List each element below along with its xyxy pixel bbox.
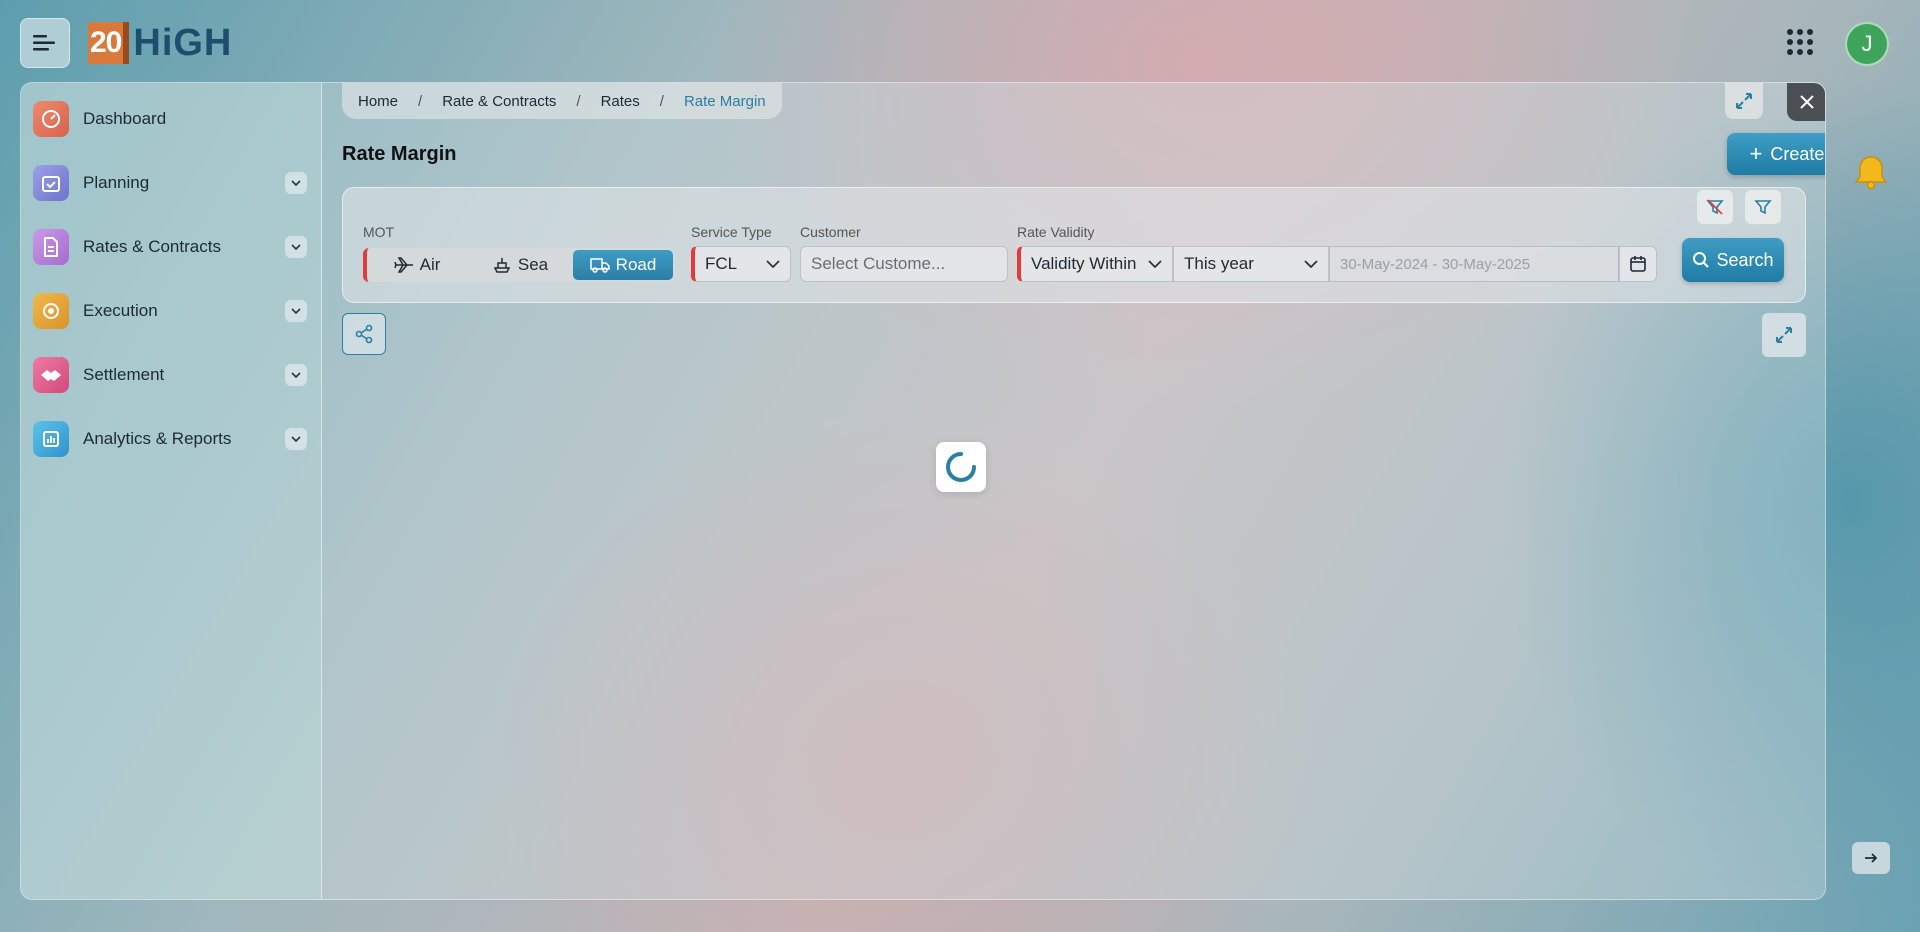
handshake-icon: [33, 357, 69, 393]
customer-label: Customer: [800, 224, 861, 240]
main-panel: Dashboard Planning Rates & Contracts Exe…: [20, 82, 1826, 900]
calendar-icon: [1630, 256, 1646, 272]
breadcrumb-home[interactable]: Home: [358, 93, 398, 110]
share-icon: [355, 324, 373, 344]
sidebar-item-planning[interactable]: Planning: [33, 159, 313, 207]
service-type-value: FCL: [705, 254, 738, 273]
chevron-down-icon[interactable]: [285, 428, 307, 450]
breadcrumb-rate-contracts[interactable]: Rate & Contracts: [442, 93, 556, 110]
breadcrumb-rates[interactable]: Rates: [601, 93, 640, 110]
sidebar-item-dashboard[interactable]: Dashboard: [33, 95, 313, 143]
expand-icon: [1736, 93, 1752, 109]
sidebar-item-label: Settlement: [83, 365, 165, 384]
airplane-icon: [393, 257, 413, 273]
search-icon: [1693, 252, 1710, 268]
content-area: Home / Rate & Contracts / Rates / Rate M…: [322, 83, 1825, 899]
breadcrumb: Home / Rate & Contracts / Rates / Rate M…: [342, 83, 782, 119]
loading-spinner: [936, 442, 986, 492]
filter-icon: [1754, 200, 1772, 215]
sidebar-item-label: Rates & Contracts: [83, 237, 221, 256]
sidebar-item-settlement[interactable]: Settlement: [33, 351, 313, 399]
search-label: Search: [1716, 249, 1774, 270]
filter-off-icon: [1706, 199, 1724, 215]
sidebar-item-label: Execution: [83, 301, 158, 320]
sidebar-item-execution[interactable]: Execution: [33, 287, 313, 335]
chevron-down-icon[interactable]: [285, 300, 307, 322]
menu-toggle-button[interactable]: [20, 18, 70, 68]
app-logo[interactable]: 20 HiGH: [88, 20, 232, 66]
sidebar: Dashboard Planning Rates & Contracts Exe…: [21, 83, 322, 899]
breadcrumb-separator: /: [659, 92, 664, 110]
document-icon: [33, 229, 69, 265]
fullscreen-button[interactable]: [1725, 83, 1763, 119]
chevron-down-icon: [1304, 260, 1318, 268]
mot-toggle-group: Air Sea Road: [363, 248, 675, 282]
breadcrumb-current: Rate Margin: [683, 92, 766, 110]
chevron-down-icon[interactable]: [285, 364, 307, 386]
sidebar-item-label: Planning: [83, 173, 150, 192]
clear-filter-button[interactable]: [1697, 190, 1733, 224]
mot-option-sea[interactable]: Sea: [467, 250, 573, 280]
expand-grid-button[interactable]: [1762, 313, 1806, 357]
chevron-down-icon: [766, 260, 780, 268]
mot-option-air[interactable]: Air: [367, 250, 467, 280]
customer-input[interactable]: Select Custome...: [800, 246, 1008, 282]
plus-icon: +: [1749, 141, 1763, 166]
customer-placeholder: Select Custome...: [811, 254, 946, 273]
calendar-check-icon: [33, 165, 69, 201]
period-select[interactable]: This year: [1173, 246, 1329, 282]
validity-value: Validity Within: [1031, 254, 1137, 273]
sidebar-item-label: Dashboard: [83, 109, 167, 128]
gear-cycle-icon: [33, 293, 69, 329]
chevron-down-icon: [1148, 260, 1162, 268]
bell-icon: [1854, 156, 1888, 190]
chevron-down-icon[interactable]: [285, 172, 307, 194]
ship-icon: [493, 258, 511, 273]
sidebar-item-analytics-reports[interactable]: Analytics & Reports: [33, 415, 313, 463]
calendar-button[interactable]: [1619, 246, 1657, 282]
menu-icon: [33, 35, 55, 51]
period-value: This year: [1184, 254, 1254, 273]
apps-grid-button[interactable]: [1786, 28, 1814, 56]
mot-air-label: Air: [419, 255, 441, 274]
expand-icon: [1776, 327, 1792, 343]
filter-button[interactable]: [1745, 190, 1781, 224]
service-type-label: Service Type: [691, 224, 772, 240]
grid-icon: [1787, 29, 1813, 55]
spinner-icon: [946, 452, 976, 482]
share-button[interactable]: [342, 313, 386, 355]
arrow-right-icon: [1865, 853, 1878, 863]
mot-option-road[interactable]: Road: [573, 250, 673, 280]
rate-validity-label: Rate Validity: [1017, 224, 1095, 240]
filter-card: MOT Air Sea Road Service Type FCL Custom…: [342, 187, 1806, 303]
collapse-panel-button[interactable]: [1852, 842, 1890, 874]
logo-text: HiGH: [133, 21, 233, 64]
mot-label: MOT: [363, 224, 395, 240]
breadcrumb-separator: /: [418, 92, 423, 110]
gauge-icon: [33, 101, 69, 137]
date-range-placeholder: 30-May-2024 - 30-May-2025: [1340, 255, 1531, 273]
sidebar-item-label: Analytics & Reports: [83, 429, 232, 448]
mot-sea-label: Sea: [517, 255, 549, 274]
page-title: Rate Margin: [342, 143, 457, 165]
chevron-down-icon[interactable]: [285, 236, 307, 258]
notification-bell-button[interactable]: [1854, 154, 1888, 195]
mot-road-label: Road: [615, 255, 657, 274]
truck-icon: [589, 258, 610, 273]
create-margin-label: Create Margin: [1770, 143, 1825, 164]
user-avatar[interactable]: J: [1845, 22, 1889, 66]
search-button[interactable]: Search: [1682, 238, 1784, 282]
create-margin-button[interactable]: + Create Margin: [1727, 133, 1825, 175]
report-icon: [33, 421, 69, 457]
date-range-input[interactable]: 30-May-2024 - 30-May-2025: [1329, 246, 1619, 282]
validity-within-select[interactable]: Validity Within: [1017, 246, 1173, 282]
breadcrumb-separator: /: [576, 92, 581, 110]
sidebar-item-rates-contracts[interactable]: Rates & Contracts: [33, 223, 313, 271]
service-type-select[interactable]: FCL: [691, 246, 791, 282]
close-icon: [1800, 95, 1814, 109]
logo-number: 20: [88, 22, 130, 64]
close-button[interactable]: [1787, 83, 1825, 121]
